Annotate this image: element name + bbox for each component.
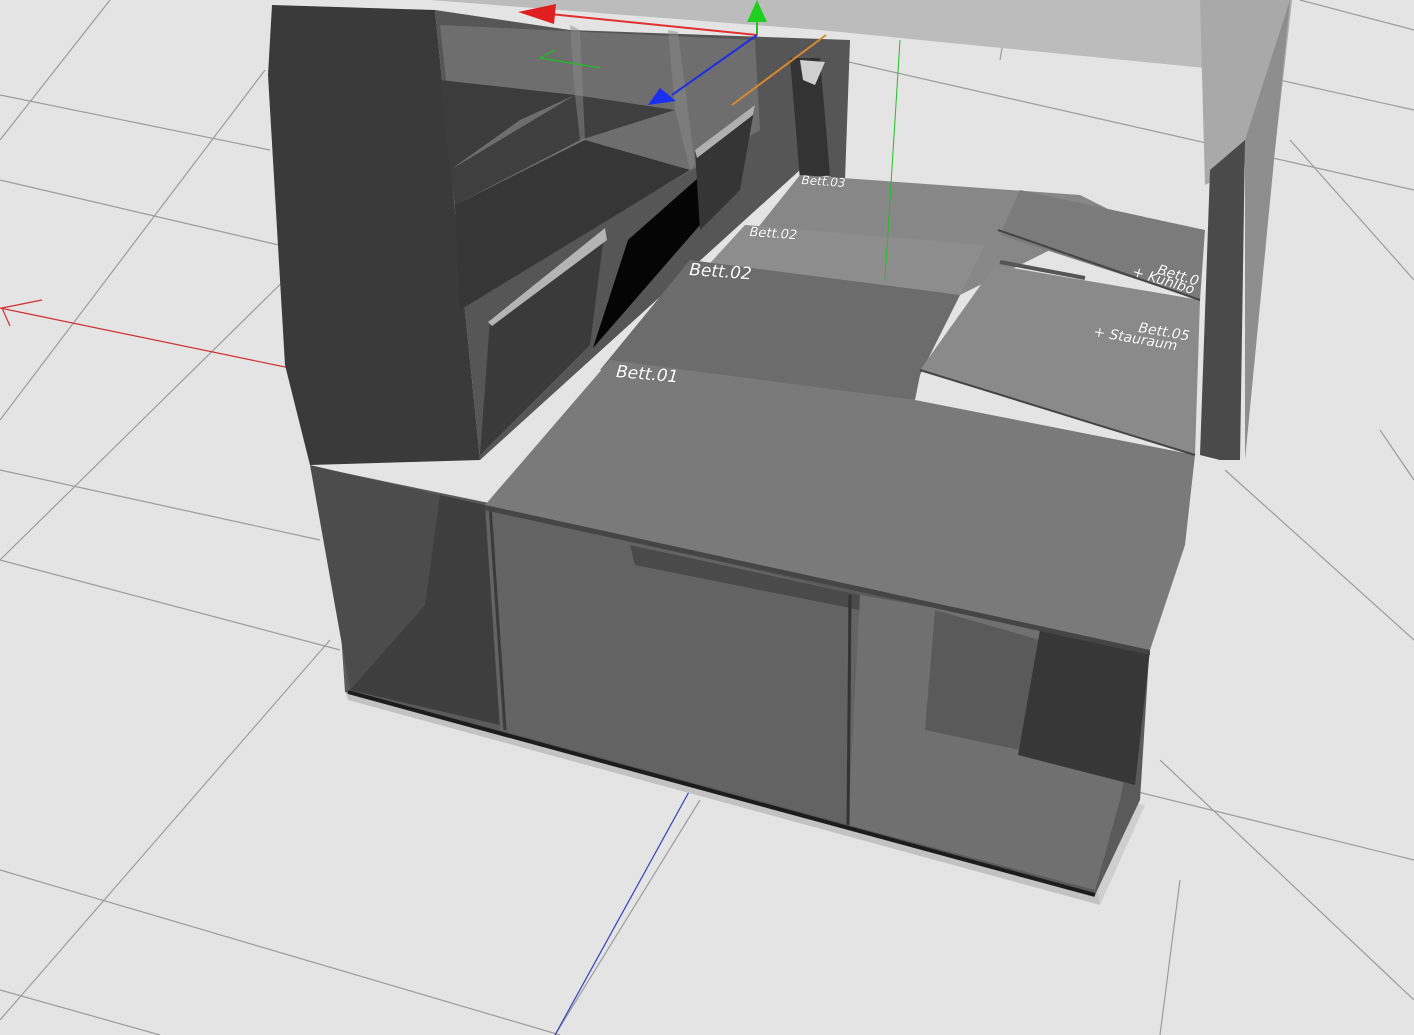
world-x-axis [0,299,291,369]
scene-canvas[interactable] [0,0,1414,1035]
world-z-axis [554,789,691,1035]
right-side-wall [1200,140,1245,460]
3d-viewport[interactable]: Bett.01 Bett.02 Bett.02 Bett.03 Bett.0 +… [0,0,1414,1035]
